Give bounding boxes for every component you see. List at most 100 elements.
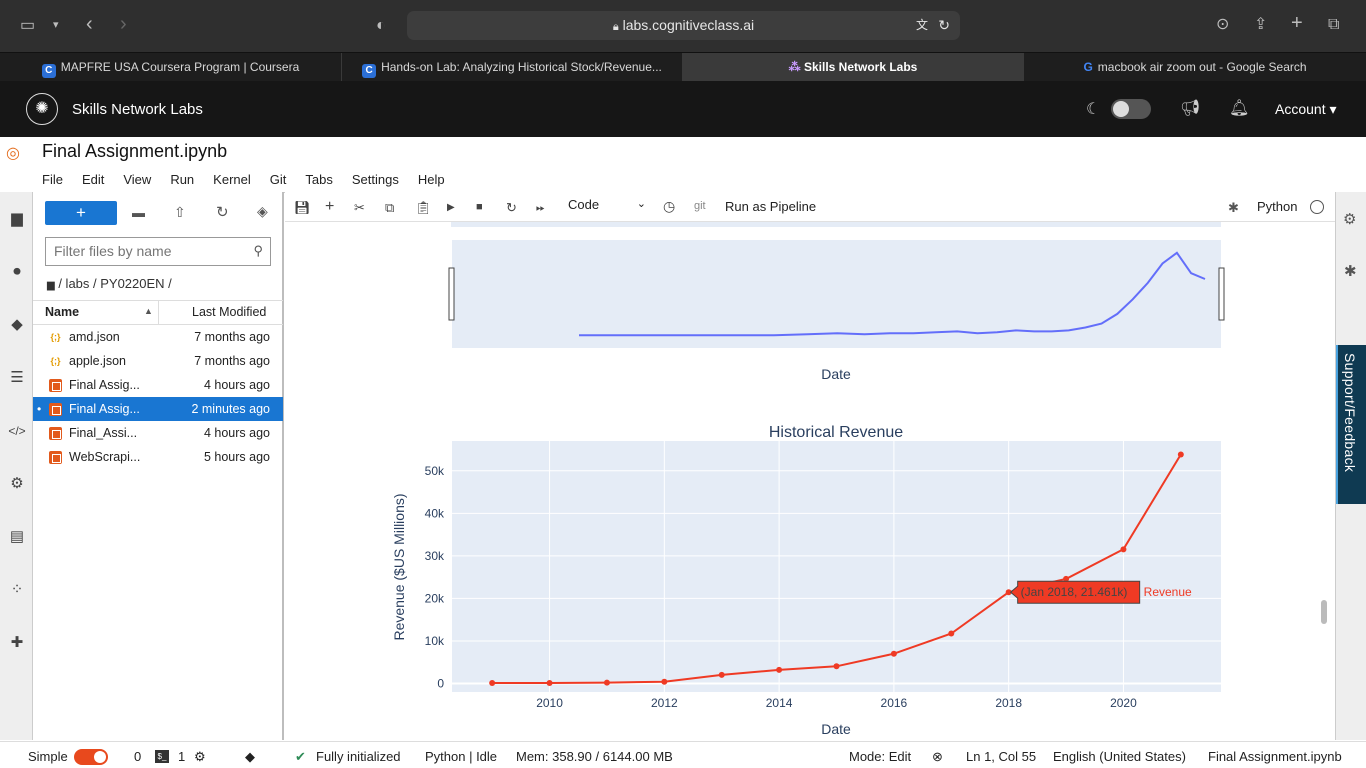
simple-mode-toggle[interactable] <box>74 749 108 765</box>
fast-forward-icon[interactable]: ⏩︎ <box>536 202 545 215</box>
paste-icon[interactable]: 📋︎ <box>415 200 432 216</box>
revenue-point[interactable] <box>833 663 840 670</box>
shield-icon[interactable]: ◐ <box>376 16 386 36</box>
address-bar[interactable]: 🔒︎ labs.cognitiveclass.ai 文 ↻ <box>407 11 960 40</box>
new-tab-icon[interactable]: + <box>1291 13 1303 33</box>
dark-mode-toggle[interactable] <box>1111 99 1151 119</box>
cell-type-select[interactable]: Code ⌄ <box>562 197 648 217</box>
support-feedback-tab[interactable]: Support/Feedback <box>1336 345 1366 504</box>
kernel-count[interactable]: 1 <box>178 749 185 764</box>
revenue-point[interactable] <box>890 650 897 657</box>
chevron-down-icon[interactable]: ▾ <box>53 15 59 35</box>
file-row[interactable]: Final_Assi... 4 hours ago <box>33 421 283 445</box>
revenue-point[interactable] <box>1177 451 1184 458</box>
file-row[interactable]: WebScrapi... 5 hours ago <box>33 445 283 469</box>
revenue-point[interactable] <box>948 630 955 637</box>
file-row[interactable]: {;} apple.json 7 months ago <box>33 349 283 373</box>
menu-file[interactable]: File <box>42 172 63 187</box>
menu-tabs[interactable]: Tabs <box>305 172 332 187</box>
menu-git[interactable]: Git <box>270 172 287 187</box>
refresh-icon[interactable]: ↻ <box>216 203 229 221</box>
git-status-icon[interactable]: ◆ <box>245 749 255 765</box>
revenue-point[interactable] <box>489 680 496 687</box>
breadcrumb[interactable]: ▆ / labs / PY0220EN / <box>47 276 172 291</box>
activity-bar: ▆ ⏺ ◆ ☰ </> ⚙ ▤ ⁘ ✚ <box>0 192 33 740</box>
tab-hands-on-lab[interactable]: C Hands-on Lab: Analyzing Historical Stoc… <box>342 53 683 82</box>
code-icon[interactable]: </> <box>7 421 27 441</box>
scrollbar-thumb[interactable] <box>1321 600 1327 624</box>
revenue-point[interactable] <box>776 666 783 673</box>
new-folder-icon[interactable]: ▬ <box>132 205 145 220</box>
kernel-status[interactable]: Python | Idle <box>425 749 497 764</box>
file-row[interactable]: {;} amd.json 7 months ago <box>33 325 283 349</box>
kernel-name[interactable]: Python <box>1257 199 1297 214</box>
filter-input[interactable] <box>46 238 236 264</box>
menu-help[interactable]: Help <box>418 172 445 187</box>
run-icon[interactable]: ▶ <box>447 202 455 213</box>
menu-run[interactable]: Run <box>170 172 194 187</box>
cursor-position[interactable]: Ln 1, Col 55 <box>966 749 1036 764</box>
file-row[interactable]: Final Assig... 4 hours ago <box>33 373 283 397</box>
lsp-icon[interactable]: ⊗ <box>932 749 943 765</box>
forward-icon[interactable]: › <box>120 14 127 34</box>
running-icon[interactable]: ⏺ <box>7 262 27 282</box>
revenue-point[interactable] <box>603 679 610 686</box>
back-icon[interactable]: ‹ <box>86 14 93 34</box>
account-menu[interactable]: Account ▾ <box>1275 101 1337 118</box>
range-slider[interactable] <box>448 240 1225 348</box>
reload-icon[interactable]: ↻ <box>938 11 950 40</box>
sidebar-toggle-icon[interactable]: ▭ <box>20 16 35 36</box>
tab-coursera[interactable]: C MAPFRE USA Coursera Program | Coursera <box>0 53 342 82</box>
clock-icon[interactable]: ◷ <box>663 198 675 215</box>
name-column-header[interactable]: Name <box>45 305 79 319</box>
notebook-title[interactable]: Final Assignment.ipynb <box>42 141 227 162</box>
git-icon[interactable]: ◆ <box>7 315 27 335</box>
modified-column-header[interactable]: Last Modified <box>192 305 266 319</box>
extensions-grid-icon[interactable]: ⁘ <box>7 580 27 600</box>
stop-icon[interactable]: ■ <box>476 201 483 213</box>
save-icon[interactable]: 💾︎ <box>294 200 311 216</box>
edit-mode: Mode: Edit <box>849 749 912 764</box>
git-clone-icon[interactable]: ◈ <box>257 203 268 220</box>
revenue-point[interactable] <box>718 671 725 678</box>
puzzle-icon[interactable]: ✚ <box>7 633 27 653</box>
revenue-point[interactable] <box>1120 546 1127 553</box>
toc-icon[interactable]: ☰ <box>7 368 27 388</box>
share-icon[interactable]: ⇪ <box>1254 15 1267 35</box>
bell-icon[interactable]: 🔔︎ <box>1229 98 1249 118</box>
restart-icon[interactable]: ↻ <box>506 200 517 216</box>
file-row[interactable]: • Final Assig... 2 minutes ago <box>33 397 283 421</box>
menu-view[interactable]: View <box>123 172 151 187</box>
megaphone-icon[interactable]: 📢︎ <box>1180 98 1200 118</box>
range-slider-left-handle[interactable] <box>448 267 455 321</box>
metadata-icon[interactable]: ▤ <box>7 527 27 547</box>
download-icon[interactable]: ⊙ <box>1216 15 1229 35</box>
settings-cog-icon[interactable]: ⚙ <box>7 474 27 494</box>
plot-area[interactable] <box>452 441 1221 692</box>
run-as-pipeline-button[interactable]: Run as Pipeline <box>725 199 816 214</box>
tab-skills-network[interactable]: ⁂ Skills Network Labs <box>683 53 1024 82</box>
language[interactable]: English (United States) <box>1053 749 1186 764</box>
add-cell-icon[interactable]: + <box>325 198 334 216</box>
tab-google-search[interactable]: Gmacbook air zoom out - Google Search <box>1024 53 1366 82</box>
git-label[interactable]: git <box>694 200 706 212</box>
json-icon: {;} <box>50 356 61 366</box>
revenue-point[interactable] <box>546 679 553 686</box>
property-inspector-icon[interactable]: ⚙ <box>1343 210 1356 228</box>
revenue-point[interactable] <box>661 678 668 685</box>
menu-kernel[interactable]: Kernel <box>213 172 251 187</box>
upload-icon[interactable]: ⇧ <box>174 204 186 221</box>
folder-icon[interactable]: ▆ <box>7 209 27 229</box>
new-launcher-button[interactable]: + <box>45 201 117 225</box>
cut-icon[interactable]: ✂ <box>354 200 365 216</box>
translate-icon[interactable]: 文 <box>916 11 928 40</box>
memory-usage: Mem: 358.90 / 6144.00 MB <box>516 749 673 764</box>
debugger-icon[interactable]: ✱ <box>1344 262 1357 280</box>
range-slider-right-handle[interactable] <box>1218 267 1225 321</box>
debugger-icon[interactable]: ✱ <box>1228 200 1239 216</box>
menu-edit[interactable]: Edit <box>82 172 104 187</box>
tab-overview-icon[interactable]: ⧉ <box>1328 15 1339 35</box>
menu-settings[interactable]: Settings <box>352 172 399 187</box>
terminal-count[interactable]: 0 <box>134 749 141 764</box>
copy-icon[interactable]: ⧉ <box>385 200 394 216</box>
